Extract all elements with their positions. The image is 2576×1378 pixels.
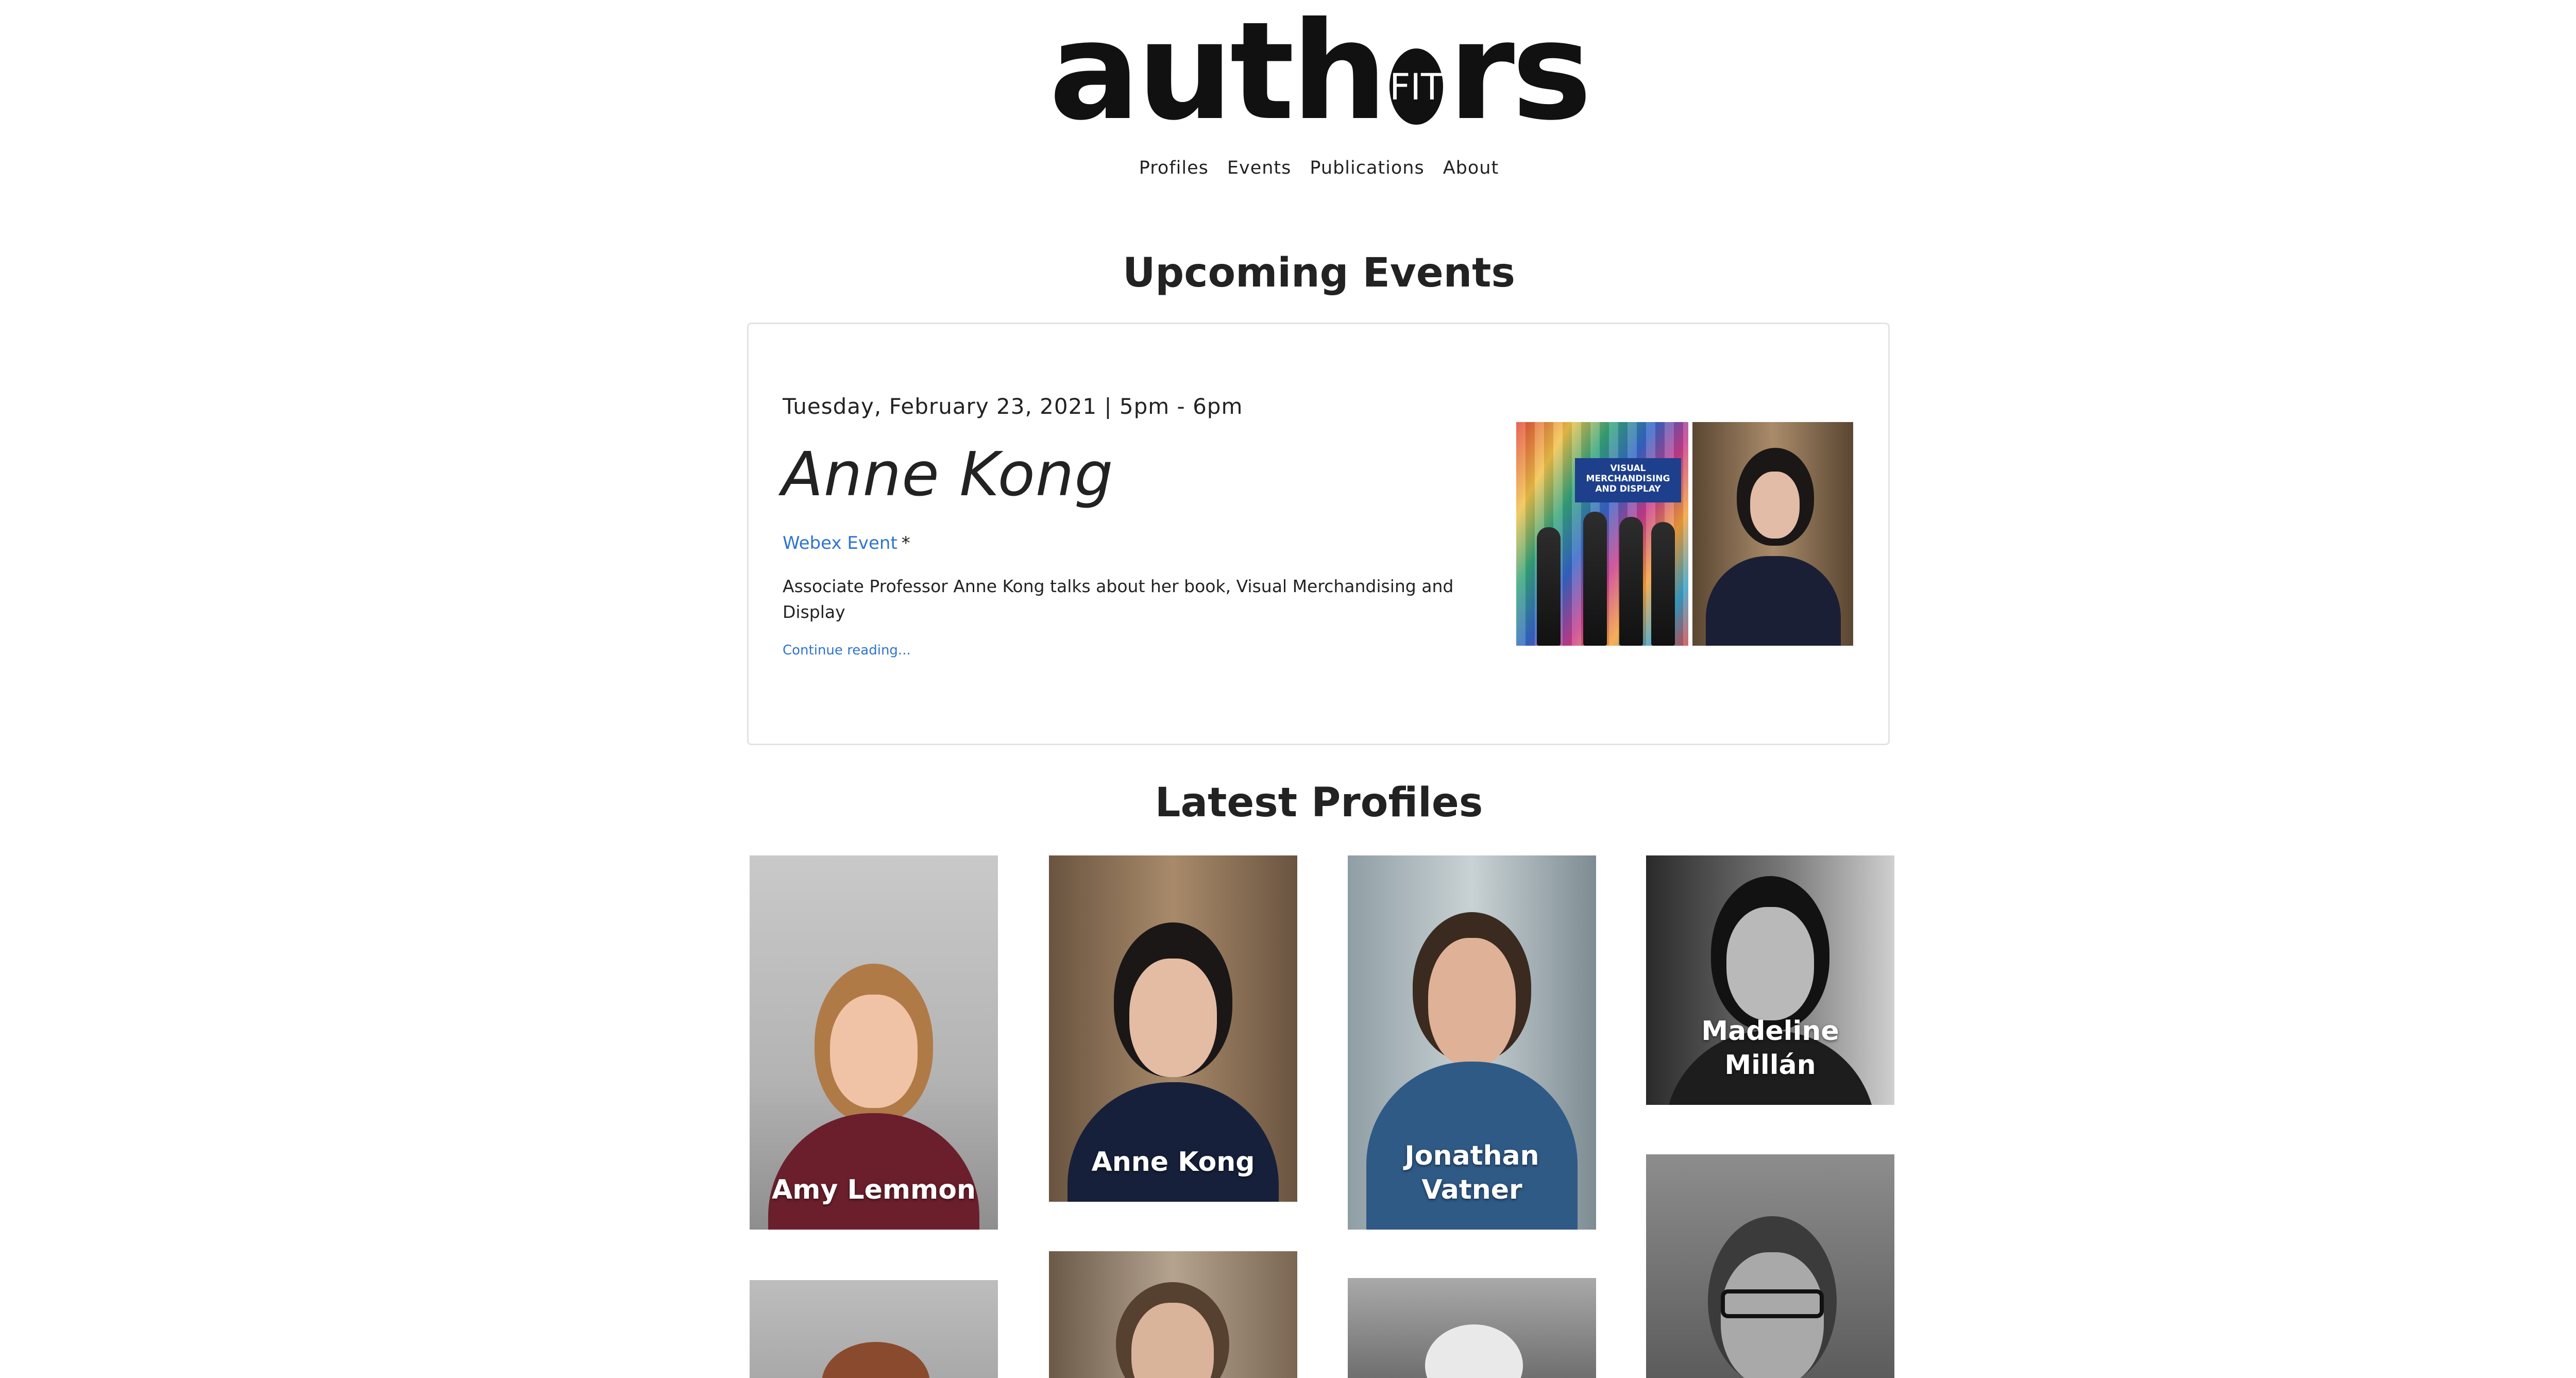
event-card: Tuesday, February 23, 2021 | 5pm - 6pm A…	[747, 323, 1890, 745]
nav-publications[interactable]: Publications	[1310, 158, 1424, 178]
logo-text-suffix: rs	[1448, 0, 1592, 150]
book-cover-image[interactable]: VISUAL MERCHANDISING AND DISPLAY	[1516, 422, 1688, 646]
event-media: VISUAL MERCHANDISING AND DISPLAY	[1516, 422, 1856, 646]
site-logo[interactable]: auth FIT rs	[1049, 4, 1592, 139]
photo-hair	[1425, 1324, 1523, 1378]
photo-glasses	[1721, 1289, 1824, 1318]
latest-profiles-heading: Latest Profiles	[1155, 780, 1483, 826]
main-nav: Profiles Events Publications About	[1082, 158, 1556, 178]
book-cover-figure	[1537, 527, 1561, 646]
profile-card[interactable]	[750, 1280, 998, 1378]
profile-name: Madeline Millán	[1701, 1016, 1839, 1081]
profile-card[interactable]: Amy Lemmon	[750, 855, 998, 1230]
book-cover-title: VISUAL MERCHANDISING AND DISPLAY	[1575, 458, 1681, 502]
nav-events[interactable]: Events	[1227, 158, 1292, 178]
photo-face	[830, 995, 918, 1108]
photo-face	[1750, 472, 1800, 539]
continue-reading-link[interactable]: Continue reading...	[783, 643, 911, 658]
asterisk-icon: *	[901, 533, 910, 553]
photo-hair	[822, 1342, 930, 1378]
event-location-link[interactable]: Webex Event	[783, 533, 897, 553]
event-date: Tuesday, February 23, 2021 | 5pm - 6pm	[783, 394, 1243, 419]
photo-face	[1428, 938, 1516, 1067]
profile-card[interactable]: Anne Kong	[1049, 855, 1297, 1202]
logo-fit-circle: FIT	[1389, 48, 1443, 125]
logo-text-prefix: auth	[1049, 0, 1387, 150]
profile-card[interactable]: Madeline Millán	[1646, 855, 1894, 1105]
book-cover-figure	[1651, 522, 1675, 646]
photo-face	[1129, 959, 1217, 1077]
event-location: Webex Event *	[783, 533, 910, 553]
profile-name: Anne Kong	[1091, 1147, 1255, 1178]
event-description: Associate Professor Anne Kong talks abou…	[783, 576, 1454, 622]
profile-card[interactable]	[1646, 1154, 1894, 1378]
book-cover-figure	[1583, 512, 1607, 646]
nav-profiles[interactable]: Profiles	[1139, 158, 1209, 178]
book-cover-figure	[1619, 517, 1643, 646]
profile-card[interactable]: Jonathan Vatner	[1348, 855, 1596, 1230]
author-photo[interactable]	[1692, 422, 1853, 646]
profile-card[interactable]	[1049, 1251, 1297, 1378]
profile-name: Amy Lemmon	[772, 1174, 976, 1205]
upcoming-events-heading: Upcoming Events	[1123, 250, 1515, 296]
event-title-link[interactable]: Anne Kong	[782, 439, 1113, 510]
profile-card[interactable]	[1348, 1278, 1596, 1378]
photo-face	[1726, 907, 1814, 1020]
nav-about[interactable]: About	[1443, 158, 1499, 178]
profile-name: Jonathan Vatner	[1404, 1140, 1539, 1205]
